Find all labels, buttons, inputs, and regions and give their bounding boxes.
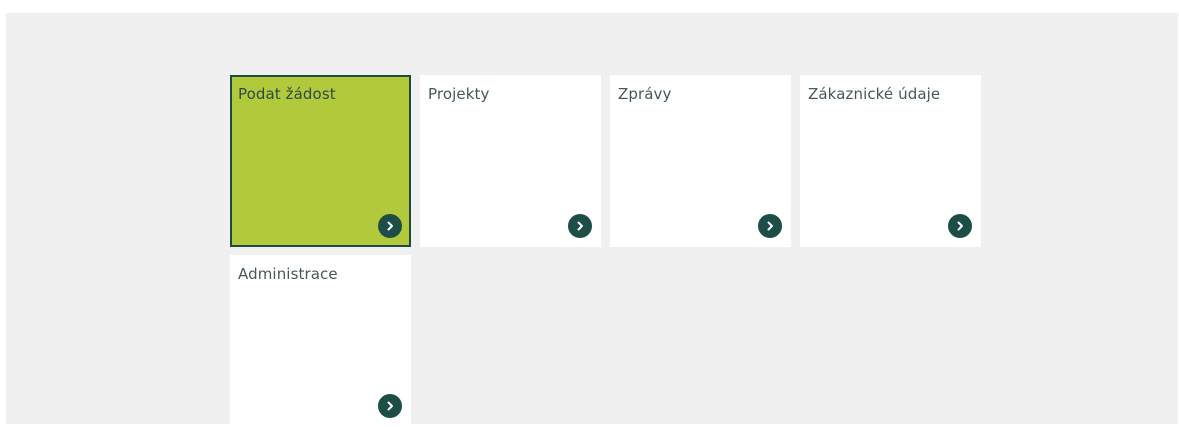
- tile-zpravy[interactable]: Zprávy: [610, 75, 791, 247]
- chevron-right-icon[interactable]: [568, 214, 592, 238]
- chevron-right-icon[interactable]: [758, 214, 782, 238]
- tile-zakaznicke-udaje[interactable]: Zákaznické údaje: [800, 75, 981, 247]
- tile-projekty[interactable]: Projekty: [420, 75, 601, 247]
- tile-label: Zákaznické údaje: [808, 85, 941, 103]
- tile-grid: Podat žádost Projekty Zprávy Zákaznické …: [230, 75, 981, 427]
- tile-label: Podat žádost: [238, 85, 336, 103]
- tile-label: Administrace: [238, 265, 338, 283]
- tile-label: Projekty: [428, 85, 490, 103]
- chevron-right-icon[interactable]: [378, 214, 402, 238]
- dashboard-canvas: Podat žádost Projekty Zprávy Zákaznické …: [6, 13, 1178, 427]
- chevron-right-icon[interactable]: [378, 394, 402, 418]
- tile-label: Zprávy: [618, 85, 672, 103]
- tile-administrace[interactable]: Administrace: [230, 255, 411, 427]
- chevron-right-icon[interactable]: [948, 214, 972, 238]
- tile-podat-zadost[interactable]: Podat žádost: [230, 75, 411, 247]
